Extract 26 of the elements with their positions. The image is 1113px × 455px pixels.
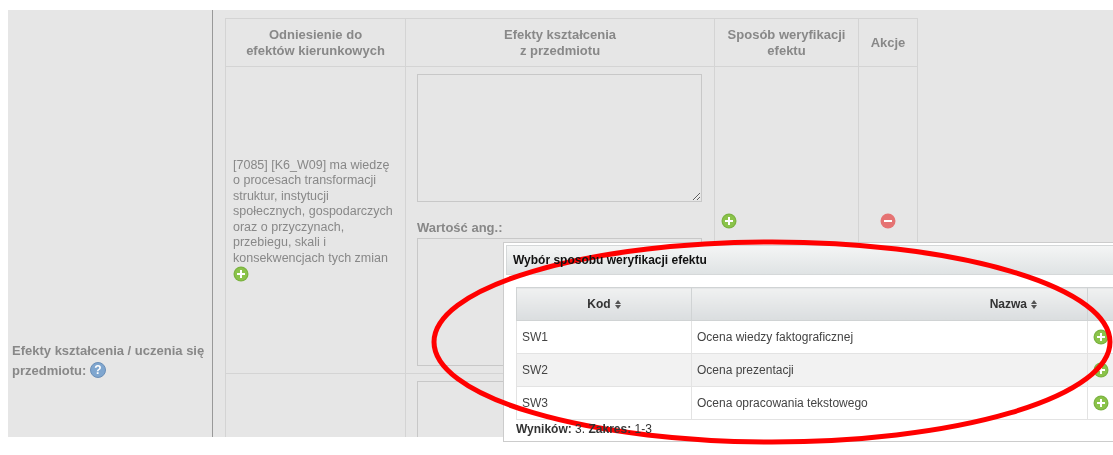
add-icon[interactable] bbox=[1093, 362, 1109, 378]
table-row[interactable]: SW3 Ocena opracowania tekstowego bbox=[516, 386, 1113, 420]
column-header[interactable]: Kod bbox=[516, 287, 692, 321]
column-header: Efekty kształcenia z przedmiotu bbox=[405, 18, 715, 67]
reference-text: [7085] [K6_W09] ma wiedzę o procesach transformacji struktur, instytucji społecznych, gospodarczych oraz o przyczynach, przebiegu, skali i konsekwencjach tych zmian bbox=[233, 157, 393, 265]
table-cell: Ocena wiedzy faktograficznej bbox=[691, 320, 1088, 354]
table-cell: SW3 bbox=[516, 386, 692, 420]
add-icon[interactable] bbox=[1093, 395, 1109, 411]
field-label: Wartość ang.: bbox=[417, 220, 504, 235]
add-icon[interactable] bbox=[233, 266, 249, 283]
sort-icon[interactable] bbox=[1031, 300, 1037, 310]
field-label: Efekty kształcenia / uczenia się przedmiotu: ? bbox=[12, 342, 206, 380]
table-row[interactable]: SW2 Ocena prezentacji bbox=[516, 353, 1113, 387]
column-header: Akcje bbox=[858, 18, 918, 67]
table-cell: Ocena opracowania tekstowego bbox=[691, 386, 1088, 420]
table-cell: SW1 bbox=[516, 320, 692, 354]
column-header: Odniesienie do efektów kierunkowych bbox=[225, 18, 406, 67]
column-header[interactable]: Nazwa bbox=[691, 287, 1088, 321]
column-header: Sposób weryfikacji efektu bbox=[714, 18, 859, 67]
sort-icon[interactable] bbox=[614, 300, 621, 310]
add-icon[interactable] bbox=[721, 212, 737, 229]
remove-icon[interactable] bbox=[880, 212, 896, 229]
table-cell: SW2 bbox=[516, 353, 692, 387]
table-row[interactable]: SW1 Ocena wiedzy faktograficznej bbox=[516, 320, 1113, 354]
table-cell: Ocena prezentacji bbox=[691, 353, 1088, 387]
add-icon[interactable] bbox=[1093, 329, 1109, 345]
